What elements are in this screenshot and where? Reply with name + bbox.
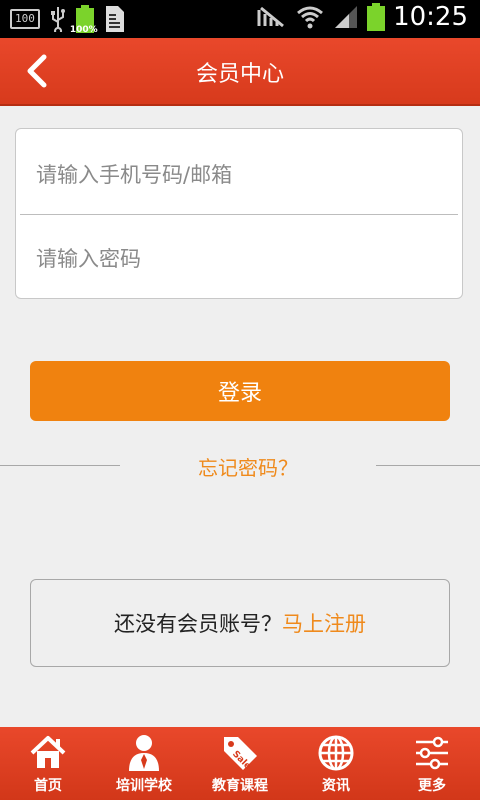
sale-tag-icon: Sale <box>224 737 257 772</box>
nav-item-more[interactable]: 更多 <box>384 727 480 800</box>
battery-small-icon: 100% <box>70 5 98 35</box>
nav-item-home[interactable]: 首页 <box>0 727 96 800</box>
bottom-nav: 首页 培训学校 Sale 教育课程 资讯 更多 <box>0 727 480 800</box>
person-tie-icon <box>129 735 159 771</box>
sliders-icon <box>416 736 448 770</box>
document-icon <box>105 6 124 32</box>
no-signal-icon <box>257 6 285 28</box>
account-input[interactable] <box>34 144 458 206</box>
battery-icon <box>367 3 386 31</box>
usb-icon <box>50 7 65 32</box>
battery-small-label: 100% <box>69 25 98 35</box>
nav-item-news[interactable]: 资讯 <box>288 727 384 800</box>
input-divider <box>20 214 458 215</box>
page-title: 会员中心 <box>195 62 284 87</box>
nav-item-schools[interactable]: 培训学校 <box>96 727 192 800</box>
notification-box-icon: 100 <box>10 9 40 29</box>
app-header: 会员中心 <box>0 38 480 106</box>
register-prompt: 还没有会员账号？ <box>114 612 282 636</box>
password-input[interactable] <box>34 228 458 290</box>
status-clock: 10:25 <box>393 2 468 32</box>
nav-item-courses[interactable]: Sale 教育课程 <box>192 727 288 800</box>
forgot-password-link[interactable]: 忘记密码？ <box>120 452 376 481</box>
nav-label-courses: 教育课程 <box>212 778 268 794</box>
register-box: 还没有会员账号？ 马上注册 <box>30 579 450 667</box>
nav-label-news: 资讯 <box>322 778 350 794</box>
nav-label-schools: 培训学校 <box>116 778 172 794</box>
wifi-icon <box>297 6 324 29</box>
login-form-card <box>15 128 463 299</box>
globe-icon <box>318 735 354 771</box>
divider-left <box>0 465 120 466</box>
login-button[interactable]: 登录 <box>30 361 450 421</box>
home-icon <box>30 736 66 768</box>
register-link[interactable]: 马上注册 <box>282 608 366 638</box>
status-bar: 100 100% 10:25 <box>0 0 480 38</box>
nav-label-more: 更多 <box>418 778 446 794</box>
divider-right <box>376 465 480 466</box>
cell-signal-icon <box>335 6 358 28</box>
nav-label-home: 首页 <box>34 778 62 794</box>
